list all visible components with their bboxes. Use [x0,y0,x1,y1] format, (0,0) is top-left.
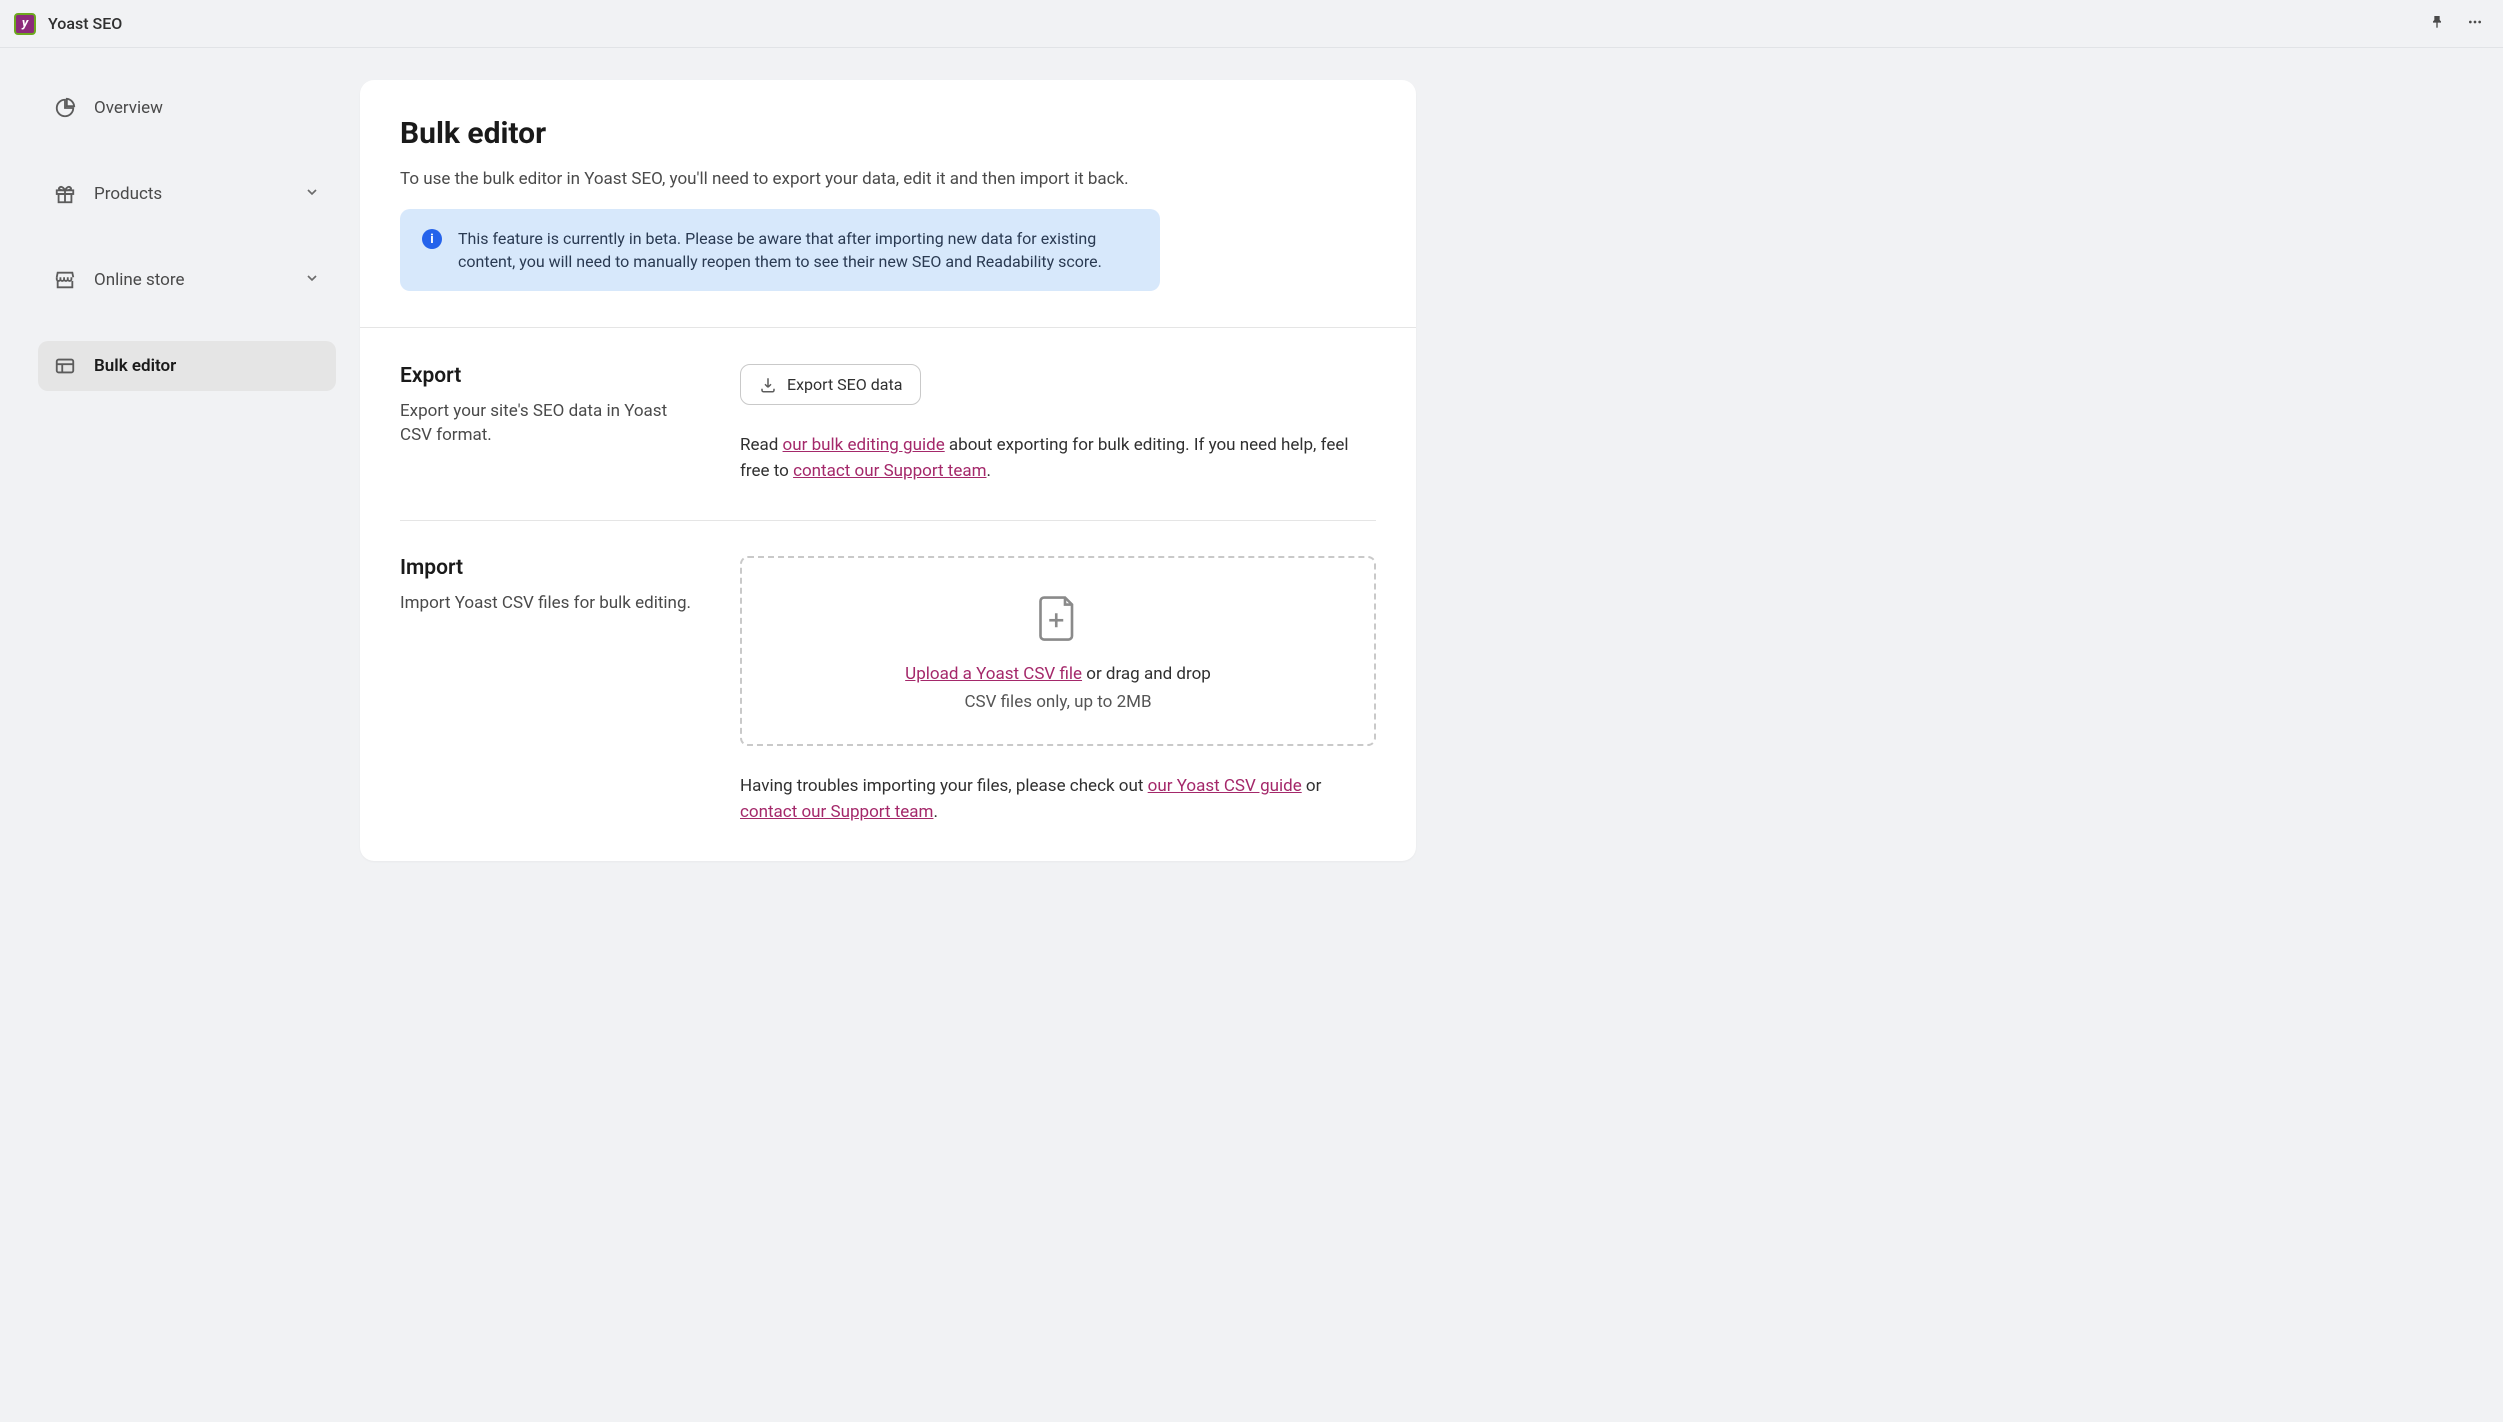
export-seo-data-button[interactable]: Export SEO data [740,364,921,405]
chevron-down-icon [304,270,320,290]
import-section-right: Upload a Yoast CSV file or drag and drop… [740,556,1376,825]
card-header: Bulk editor To use the bulk editor in Yo… [360,80,1416,328]
export-button-label: Export SEO data [787,375,902,394]
sidebar: Overview Products Online store Bulk e [0,48,360,893]
sidebar-item-label: Products [94,184,286,204]
sidebar-item-products[interactable]: Products [38,169,336,219]
export-description: Export your site's SEO data in Yoast CSV… [400,400,700,448]
export-section-left: Export Export your site's SEO data in Yo… [400,364,700,484]
import-description: Import Yoast CSV files for bulk editing. [400,592,700,616]
sidebar-item-label: Online store [94,270,286,290]
sidebar-item-bulk-editor[interactable]: Bulk editor [38,341,336,391]
upload-note: CSV files only, up to 2MB [762,692,1354,712]
page-title: Bulk editor [400,116,1376,151]
beta-alert: i This feature is currently in beta. Ple… [400,209,1160,291]
app-title: Yoast SEO [48,14,122,33]
pie-chart-icon [54,97,76,119]
store-icon [54,269,76,291]
gift-icon [54,183,76,205]
topbar-right [2429,14,2485,34]
info-icon: i [422,229,442,249]
alert-text: This feature is currently in beta. Pleas… [458,227,1138,273]
table-icon [54,355,76,377]
download-icon [759,376,777,394]
upload-dropzone[interactable]: Upload a Yoast CSV file or drag and drop… [740,556,1376,746]
topbar: Yoast SEO [0,0,2503,48]
page-description: To use the bulk editor in Yoast SEO, you… [400,169,1376,189]
export-section: Export Export your site's SEO data in Yo… [360,328,1416,520]
bulk-editing-guide-link[interactable]: our bulk editing guide [783,435,945,455]
upload-csv-link[interactable]: Upload a Yoast CSV file [905,664,1082,684]
import-help-text: Having troubles importing your files, pl… [740,774,1376,825]
yoast-logo-icon [14,13,36,35]
import-section-left: Import Import Yoast CSV files for bulk e… [400,556,700,825]
main-content: Bulk editor To use the bulk editor in Yo… [360,48,1440,893]
upload-line1: Upload a Yoast CSV file or drag and drop [762,664,1354,684]
yoast-csv-guide-link[interactable]: our Yoast CSV guide [1148,776,1302,796]
export-heading: Export [400,364,700,388]
card: Bulk editor To use the bulk editor in Yo… [360,80,1416,861]
sidebar-item-overview[interactable]: Overview [38,83,336,133]
contact-support-link[interactable]: contact our Support team [793,461,986,481]
sidebar-item-label: Bulk editor [94,356,320,376]
chevron-down-icon [304,184,320,204]
pin-icon[interactable] [2429,14,2445,34]
more-icon[interactable] [2465,14,2485,34]
export-section-right: Export SEO data Read our bulk editing gu… [740,364,1376,484]
contact-support-link-import[interactable]: contact our Support team [740,802,933,822]
import-heading: Import [400,556,700,580]
export-help-text: Read our bulk editing guide about export… [740,433,1376,484]
sidebar-item-online-store[interactable]: Online store [38,255,336,305]
import-section: Import Import Yoast CSV files for bulk e… [360,520,1416,861]
topbar-left: Yoast SEO [14,13,122,35]
sidebar-item-label: Overview [94,98,320,118]
file-plus-icon [1037,594,1079,646]
